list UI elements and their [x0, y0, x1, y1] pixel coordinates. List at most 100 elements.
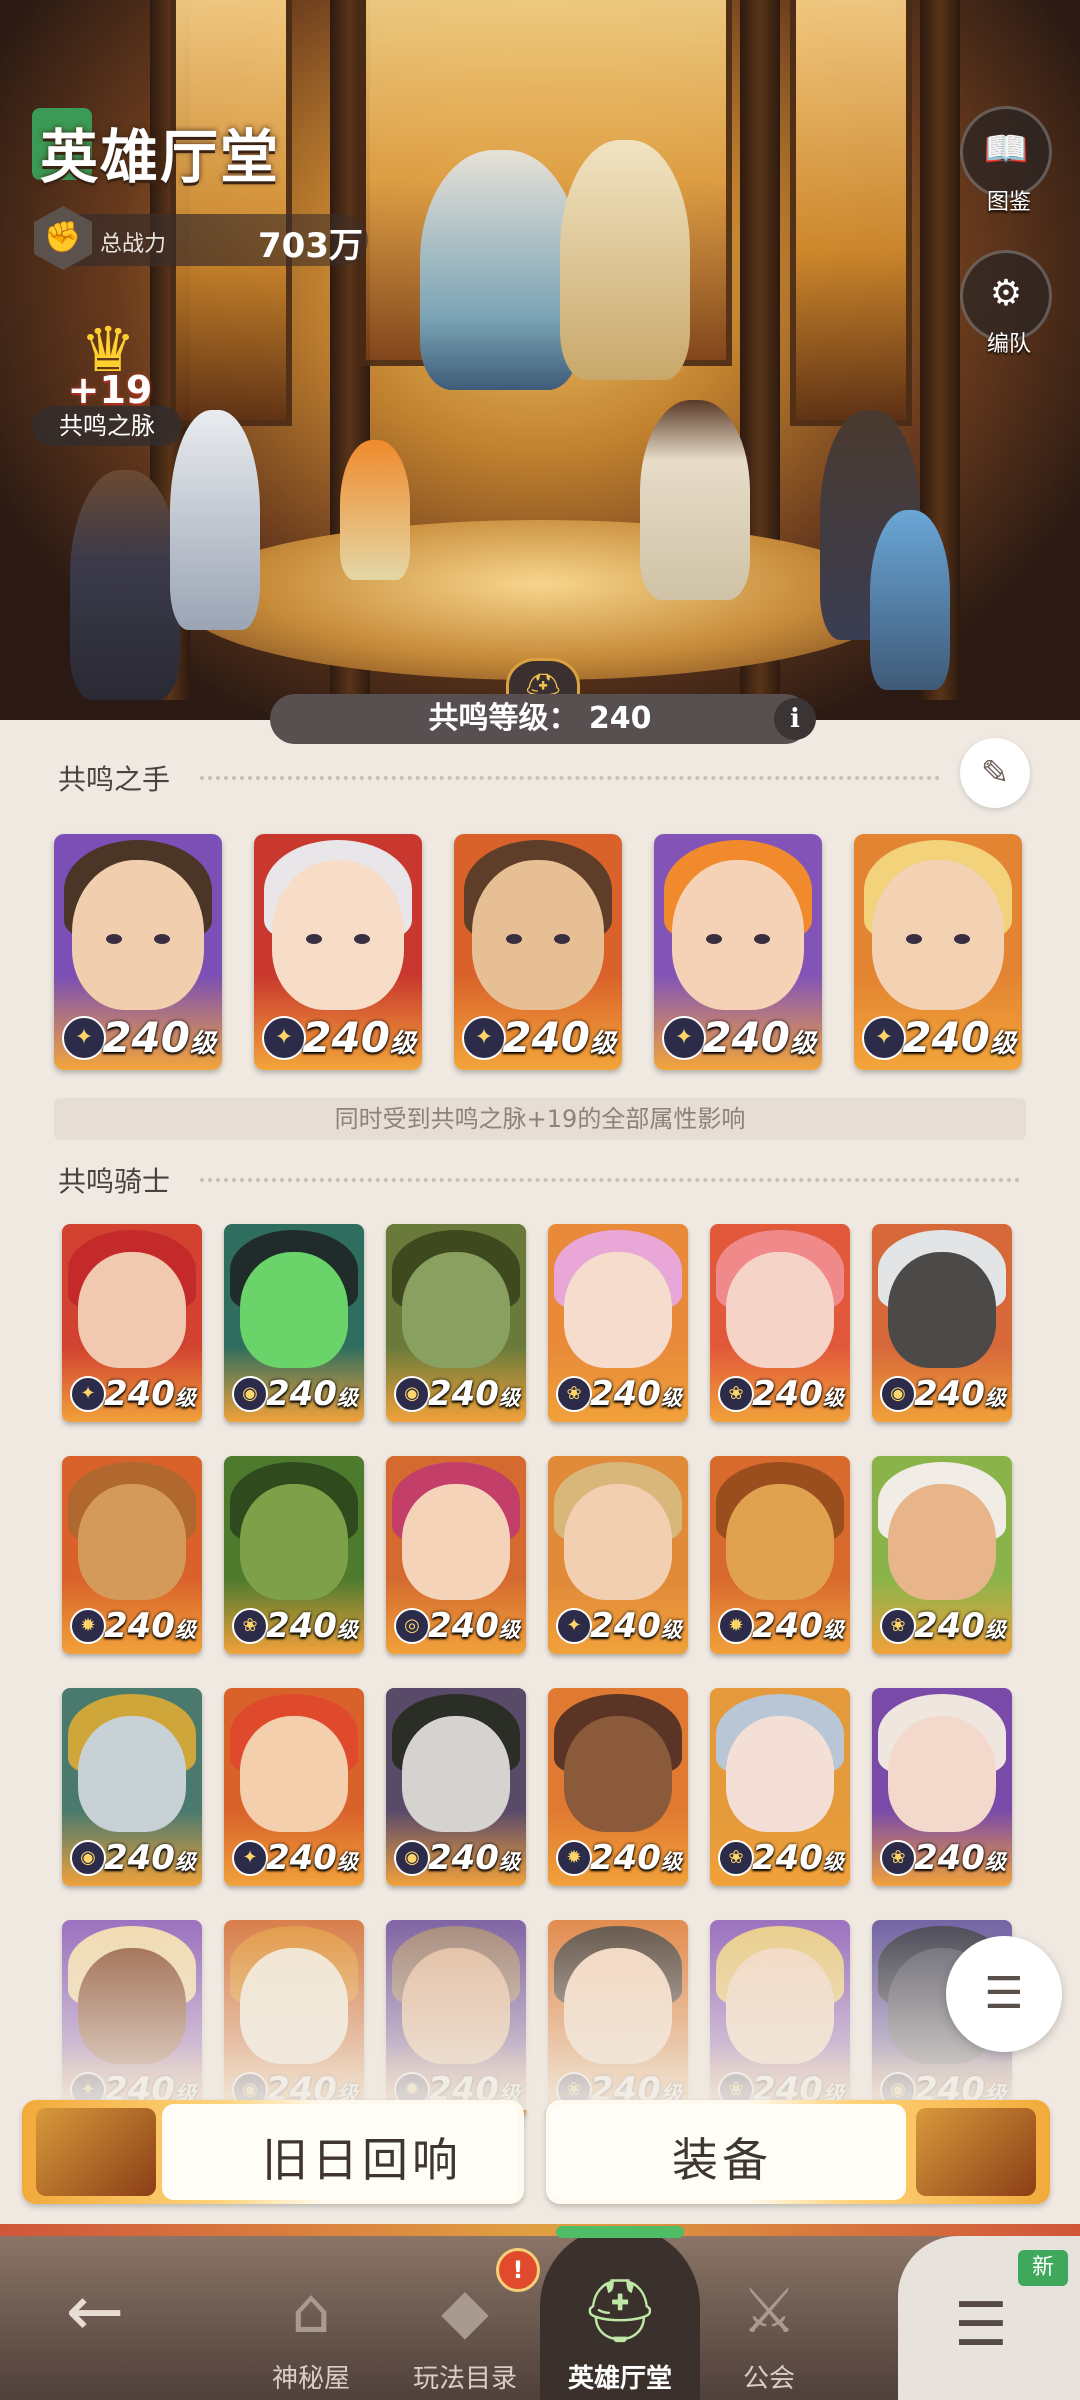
nav-label: 玩法目录 — [412, 2364, 517, 2394]
knight-hero-card[interactable]: ✹240级 — [548, 1688, 688, 1886]
hero-level: 240级 — [103, 1838, 196, 1878]
hero-level: 240级 — [913, 1606, 1006, 1646]
mystic-house-icon: ⌂ — [291, 2274, 331, 2347]
hero-level: 240级 — [589, 1838, 682, 1878]
knight-hero-card[interactable]: ❀240级 — [872, 1456, 1012, 1654]
feather-button[interactable]: ✎ — [960, 738, 1030, 808]
faction-icon: ✦ — [232, 1840, 268, 1876]
feather-icon: ✎ — [980, 753, 1010, 793]
knight-hero-card[interactable]: ✦240级 — [224, 1688, 364, 1886]
menu-list-icon: ☰ — [954, 2290, 1008, 2360]
knight-hero-card[interactable]: ◉240级 — [386, 1224, 526, 1422]
hero-hall-scene — [0, 0, 1080, 720]
hero-level: 240级 — [102, 1013, 216, 1062]
knight-hero-card[interactable]: ◉240级 — [386, 1688, 526, 1886]
knight-hero-card[interactable]: ◉240级 — [62, 1688, 202, 1886]
hero-portrait — [272, 860, 404, 1010]
hand-hero-card[interactable]: ✦ 240级 — [854, 834, 1022, 1070]
hero-level: 240级 — [302, 1013, 416, 1062]
hero-portrait — [872, 860, 1004, 1010]
statue-figure — [560, 140, 690, 380]
nav-mystic-house[interactable]: ⌂ 神秘屋 — [236, 2266, 386, 2395]
vein-label: 共鸣之脉 — [32, 406, 182, 446]
round-table — [180, 520, 900, 680]
hero-level: 240级 — [751, 1606, 844, 1646]
nav-guild[interactable]: ⚔ 公会 — [694, 2266, 844, 2395]
hand-hero-card[interactable]: ✦ 240级 — [254, 834, 422, 1070]
faction-icon: ✦ — [70, 1376, 106, 1412]
hero-portrait — [726, 1484, 834, 1600]
hero-portrait — [402, 1252, 510, 1368]
knight-hero-card[interactable]: ❀240级 — [548, 1224, 688, 1422]
hero-portrait — [240, 1716, 348, 1832]
nav-back[interactable]: ← — [20, 2266, 170, 2356]
vein-effect-note: 同时受到共鸣之脉+19的全部属性影响 — [54, 1098, 1026, 1140]
knight-hero-card[interactable]: ❀240级 — [224, 1456, 364, 1654]
hero-level: 240级 — [702, 1013, 816, 1062]
knight-hero-card[interactable]: ❀240级 — [872, 1688, 1012, 1886]
hand-hero-card[interactable]: ✦ 240级 — [654, 834, 822, 1070]
echo-button[interactable]: 旧日回响 — [22, 2100, 524, 2204]
hero-portrait — [240, 1252, 348, 1368]
hand-hero-card[interactable]: ✦ 240级 — [454, 834, 622, 1070]
faction-icon: ❀ — [718, 1840, 754, 1876]
team-gear-icon: ⚙ — [989, 273, 1023, 314]
codex-label: 图鉴 — [986, 190, 1031, 215]
statue-figure — [420, 150, 580, 390]
hero-portrait — [888, 1716, 996, 1832]
hero-eye — [506, 934, 522, 944]
hero-portrait — [888, 1252, 996, 1368]
hero-portrait — [564, 1716, 672, 1832]
divider — [200, 1178, 1020, 1182]
total-power-value: 703万 — [258, 226, 363, 266]
faction-icon: ❀ — [880, 1840, 916, 1876]
faction-icon: ◉ — [394, 1376, 430, 1412]
equipment-button-label: 装备 — [672, 2133, 772, 2187]
info-button[interactable]: i — [774, 698, 816, 740]
knight-hero-card[interactable]: ❀240级 — [710, 1224, 850, 1422]
hero-portrait — [726, 1716, 834, 1832]
hero-portrait — [78, 1252, 186, 1368]
hero-level: 240级 — [427, 1606, 520, 1646]
hero-portrait — [888, 1484, 996, 1600]
book-icon: 📖 — [983, 129, 1029, 170]
formation-label: 编队 — [986, 332, 1031, 357]
hero-eye — [106, 934, 122, 944]
equipment-chest-icon — [916, 2108, 1036, 2196]
faction-icon: ❀ — [718, 1376, 754, 1412]
resonance-hands-title: 共鸣之手 — [58, 763, 171, 796]
hero-eye — [306, 934, 322, 944]
faction-icon: ✦ — [662, 1016, 706, 1060]
knight-hero-card[interactable]: ✦240级 — [548, 1456, 688, 1654]
new-badge: 新 — [1018, 2250, 1068, 2286]
knight-hero-card[interactable]: ✦240级 — [62, 1224, 202, 1422]
filter-icon: ☰ — [984, 1968, 1024, 2019]
filter-button[interactable]: ☰ — [946, 1936, 1062, 2052]
knight-hero-card[interactable]: ◉240级 — [872, 1224, 1012, 1422]
knight-hero-card[interactable]: ✹240级 — [62, 1456, 202, 1654]
hero-portrait — [472, 860, 604, 1010]
faction-icon: ◎ — [394, 1608, 430, 1644]
alert-badge: ! — [496, 2248, 540, 2292]
knight-hero-card[interactable]: ❀240级 — [710, 1688, 850, 1886]
echo-art-icon — [36, 2108, 156, 2196]
faction-icon: ❀ — [880, 1608, 916, 1644]
hero-helmet-icon: ⛑ — [580, 2274, 660, 2347]
total-power-label: 总战力 — [100, 232, 167, 257]
faction-icon: ✹ — [556, 1840, 592, 1876]
knight-hero-card[interactable]: ◎ 240级 — [386, 1456, 526, 1654]
hero-portrait — [564, 1252, 672, 1368]
hero-portrait — [402, 1484, 510, 1600]
hero-portrait — [72, 860, 204, 1010]
hero-level: 240级 — [751, 1838, 844, 1878]
equipment-button[interactable]: 装备 — [546, 2100, 1050, 2204]
hero-character — [170, 410, 260, 630]
knight-hero-card[interactable]: ◉240级 — [224, 1224, 364, 1422]
faction-icon: ❀ — [556, 1376, 592, 1412]
nav-hero-hall[interactable]: ⛑ 英雄厅堂 — [545, 2266, 695, 2395]
hero-level: 240级 — [913, 1374, 1006, 1414]
hero-level: 240级 — [265, 1374, 358, 1414]
knight-hero-card[interactable]: ✹240级 — [710, 1456, 850, 1654]
hero-level: 240级 — [103, 1374, 196, 1414]
hand-hero-card[interactable]: ✦ 240级 — [54, 834, 222, 1070]
